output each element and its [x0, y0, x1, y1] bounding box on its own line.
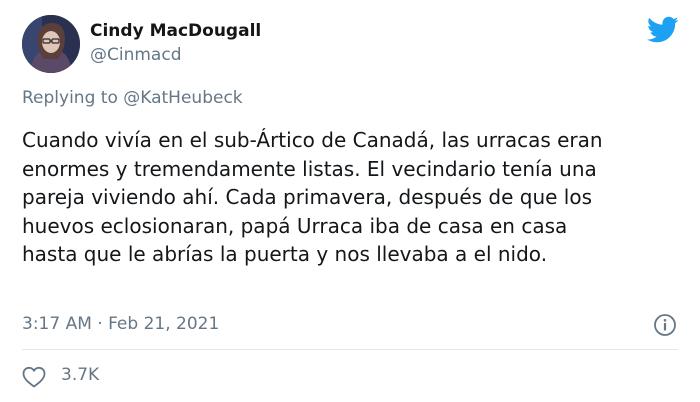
- tweet-text-line: Cuando vivía en el sub-Ártico de Canadá,…: [22, 128, 603, 152]
- info-icon[interactable]: [653, 313, 677, 337]
- replying-prefix: Replying to: [22, 88, 124, 108]
- like-count: 3.7K: [61, 365, 100, 385]
- tweet-text-line: pareja viviendo ahí. Cada primavera, des…: [22, 185, 593, 209]
- tweet-text-line: huevos eclosionaran, papá Urraca iba de …: [22, 213, 568, 238]
- tweet-text-line: enormes y tremendamente listas. El vecin…: [22, 156, 597, 181]
- tweet-text-line: hasta que le abrías la puerta y nos llev…: [22, 242, 548, 266]
- avatar[interactable]: [22, 15, 80, 73]
- divider: [22, 349, 678, 350]
- avatar-image: [22, 15, 80, 73]
- reply-mention-link[interactable]: @KatHeubeck: [123, 88, 242, 108]
- author-handle[interactable]: @Cinmacd: [90, 45, 181, 65]
- tweet-text: Cuando vivía en el sub-Ártico de Canadá,…: [22, 126, 682, 269]
- twitter-bird-icon[interactable]: [647, 16, 679, 44]
- tweet-card: Cindy MacDougall @Cinmacd Replying to @K…: [0, 0, 700, 402]
- tweet-timestamp[interactable]: 3:17 AM · Feb 21, 2021: [22, 314, 219, 334]
- author-name[interactable]: Cindy MacDougall: [90, 21, 261, 41]
- heart-icon[interactable]: [22, 366, 46, 388]
- replying-to: Replying to @KatHeubeck: [22, 88, 243, 108]
